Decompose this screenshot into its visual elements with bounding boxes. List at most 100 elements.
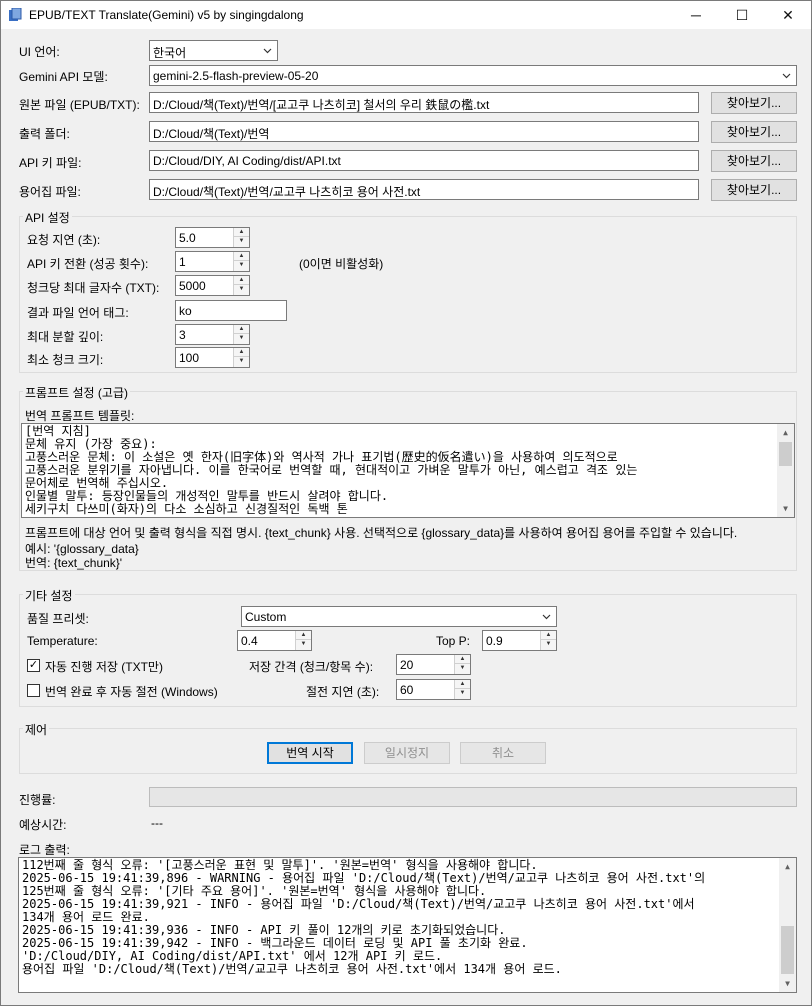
api-key-file-input[interactable]: D:/Cloud/DIY, AI Coding/dist/API.txt (149, 150, 699, 171)
scroll-thumb[interactable] (779, 442, 792, 466)
quality-preset-value: Custom (245, 610, 287, 624)
minimize-button[interactable]: ─ (673, 1, 719, 29)
prompt-example-line2: 번역: {text_chunk}' (25, 556, 123, 570)
ui-language-value: 한국어 (153, 46, 187, 60)
prompt-template-textarea[interactable]: [번역 지침] 문체 유지 (가장 중요): 고풍스러운 문체: 이 소설은 옛… (21, 423, 795, 518)
app-icon (9, 8, 22, 21)
title-bar: EPUB/TEXT Translate(Gemini) v5 by singin… (1, 1, 811, 29)
spin-down-icon[interactable]: ▼ (234, 334, 249, 343)
spin-down-icon[interactable]: ▼ (455, 664, 470, 673)
output-folder-input[interactable]: D:/Cloud/책(Text)/번역 (149, 121, 699, 142)
maximize-button[interactable]: ☐ (719, 1, 765, 29)
spin-up-icon[interactable]: ▲ (234, 325, 249, 334)
min-chunk-label: 최소 청크 크기: (27, 353, 104, 367)
control-title: 제어 (23, 721, 50, 738)
spin-up-icon[interactable]: ▲ (455, 680, 470, 689)
max-chars-value: 5000 (179, 279, 206, 293)
request-delay-value: 5.0 (179, 231, 196, 245)
spin-up-icon[interactable]: ▲ (234, 228, 249, 237)
pause-button[interactable]: 일시정지 (364, 742, 450, 764)
browse-source-button[interactable]: 찾아보기... (711, 92, 797, 114)
sleep-delay-spinbox[interactable]: 60 ▲ ▼ (396, 679, 471, 700)
quality-preset-label: 품질 프리셋: (27, 612, 89, 626)
scroll-down-icon[interactable]: ▼ (779, 975, 796, 992)
output-folder-label: 출력 폴더: (19, 127, 70, 141)
ui-language-select[interactable]: 한국어 (149, 40, 278, 61)
autosave-checkbox[interactable]: ✓ (27, 659, 40, 672)
max-chars-label: 청크당 최대 글자수 (TXT): (27, 281, 160, 295)
spin-down-icon[interactable]: ▼ (541, 640, 556, 649)
glossary-file-label: 용어집 파일: (19, 185, 81, 199)
source-file-label: 원본 파일 (EPUB/TXT): (19, 98, 140, 112)
spin-up-icon[interactable]: ▲ (455, 655, 470, 664)
sleep-delay-label: 절전 지연 (초): (306, 685, 380, 699)
close-button[interactable]: ✕ (765, 1, 811, 29)
window-title: EPUB/TEXT Translate(Gemini) v5 by singin… (29, 8, 304, 22)
scroll-thumb[interactable] (781, 926, 794, 974)
spin-up-icon[interactable]: ▲ (296, 631, 311, 640)
language-tag-input[interactable]: ko (175, 300, 287, 321)
prompt-line: 세키구치 다쓰미(화자)의 다소 소심하고 신경질적인 독백 톤 (25, 502, 348, 516)
api-settings-title: API 설정 (23, 209, 72, 226)
spin-down-icon[interactable]: ▼ (234, 285, 249, 294)
prompt-settings-title: 프롬프트 설정 (고급) (23, 384, 130, 401)
chevron-down-icon (263, 48, 272, 54)
split-depth-spinbox[interactable]: 3 ▲ ▼ (175, 324, 250, 345)
browse-api-key-button[interactable]: 찾아보기... (711, 150, 797, 172)
main-window: EPUB/TEXT Translate(Gemini) v5 by singin… (0, 0, 812, 1006)
start-translation-button[interactable]: 번역 시작 (267, 742, 353, 764)
spin-down-icon[interactable]: ▼ (234, 237, 249, 246)
source-file-input[interactable]: D:/Cloud/책(Text)/번역/[교고쿠 나츠히코] 철서의 우리 鉄鼠… (149, 92, 699, 113)
save-interval-value: 20 (400, 658, 414, 672)
max-chars-spinbox[interactable]: 5000 ▲ ▼ (175, 275, 250, 296)
top-p-spinbox[interactable]: 0.9 ▲ ▼ (482, 630, 557, 651)
spin-down-icon[interactable]: ▼ (234, 261, 249, 270)
prompt-scrollbar[interactable]: ▲ ▼ (777, 424, 794, 517)
spin-up-icon[interactable]: ▲ (234, 276, 249, 285)
spin-down-icon[interactable]: ▼ (296, 640, 311, 649)
prompt-hint: 프롬프트에 대상 언어 및 출력 형식을 직접 명시. {text_chunk}… (25, 526, 738, 540)
auto-sleep-checkbox[interactable] (27, 684, 40, 697)
prompt-template-label: 번역 프롬프트 템플릿: (25, 409, 135, 423)
api-key-file-label: API 키 파일: (19, 156, 82, 170)
scroll-up-icon[interactable]: ▲ (779, 858, 796, 875)
glossary-file-input[interactable]: D:/Cloud/책(Text)/번역/교고쿠 나츠히코 용어 사전.txt (149, 179, 699, 200)
min-chunk-value: 100 (179, 351, 200, 365)
key-switch-hint: (0이면 비활성화) (299, 257, 384, 271)
spin-down-icon[interactable]: ▼ (234, 357, 249, 366)
spin-up-icon[interactable]: ▲ (234, 348, 249, 357)
min-chunk-spinbox[interactable]: 100 ▲ ▼ (175, 347, 250, 368)
cancel-button[interactable]: 취소 (460, 742, 546, 764)
progress-label: 진행률: (19, 793, 56, 807)
model-select[interactable]: gemini-2.5-flash-preview-05-20 (149, 65, 797, 86)
spin-down-icon[interactable]: ▼ (455, 689, 470, 698)
spin-up-icon[interactable]: ▲ (541, 631, 556, 640)
log-scrollbar[interactable]: ▲ ▼ (779, 858, 796, 992)
chevron-down-icon (542, 614, 551, 620)
top-p-value: 0.9 (486, 634, 503, 648)
log-line: 용어집 파일 'D:/Cloud/책(Text)/번역/교고쿠 나츠히코 용어 … (22, 962, 562, 976)
browse-glossary-button[interactable]: 찾아보기... (711, 179, 797, 201)
log-label: 로그 출력: (19, 843, 70, 857)
key-switch-spinbox[interactable]: 1 ▲ ▼ (175, 251, 250, 272)
top-p-label: Top P: (436, 634, 471, 648)
spin-up-icon[interactable]: ▲ (234, 252, 249, 261)
sleep-delay-value: 60 (400, 683, 414, 697)
progress-bar (149, 787, 797, 807)
temperature-value: 0.4 (241, 634, 258, 648)
quality-preset-select[interactable]: Custom (241, 606, 557, 627)
request-delay-spinbox[interactable]: 5.0 ▲ ▼ (175, 227, 250, 248)
eta-label: 예상시간: (19, 818, 67, 832)
split-depth-value: 3 (179, 328, 186, 342)
request-delay-label: 요청 지연 (초): (27, 233, 101, 247)
model-value: gemini-2.5-flash-preview-05-20 (153, 69, 319, 83)
temperature-spinbox[interactable]: 0.4 ▲ ▼ (237, 630, 312, 651)
log-output[interactable]: 112번째 줄 형식 오류: '[고풍스러운 표현 및 말투]'. '원본=번역… (18, 857, 797, 993)
key-switch-value: 1 (179, 255, 186, 269)
other-settings-title: 기타 설정 (23, 587, 75, 604)
scroll-up-icon[interactable]: ▲ (777, 424, 794, 441)
save-interval-spinbox[interactable]: 20 ▲ ▼ (396, 654, 471, 675)
auto-sleep-label: 번역 완료 후 자동 절전 (Windows) (45, 685, 218, 699)
browse-output-button[interactable]: 찾아보기... (711, 121, 797, 143)
scroll-down-icon[interactable]: ▼ (777, 500, 794, 517)
